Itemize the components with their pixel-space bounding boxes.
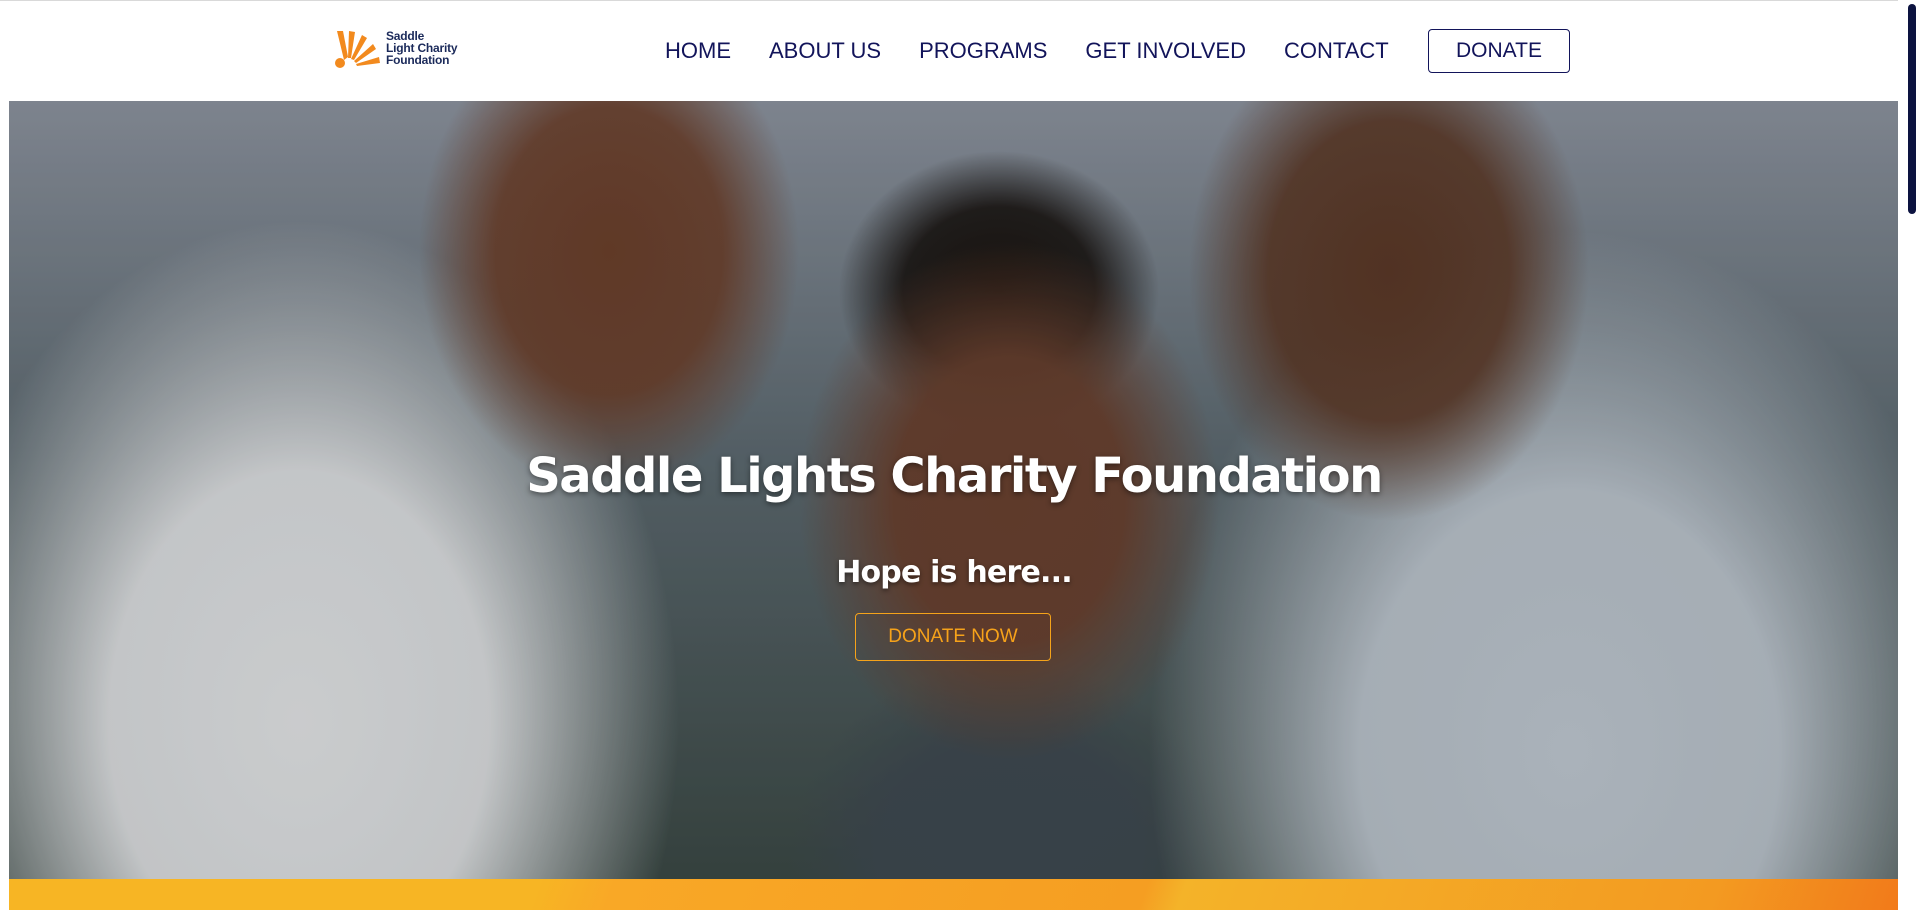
sun-rays-logo-icon <box>335 31 380 68</box>
hero-banner: Saddle Lights Charity Foundation Hope is… <box>9 101 1899 879</box>
hero-subtitle: Hope is here... <box>836 555 1072 590</box>
nav-get-involved[interactable]: GET INVOLVED <box>1085 38 1246 64</box>
logo-text: Saddle Light Charity Foundation <box>386 30 476 66</box>
page-scrollbar[interactable] <box>1898 0 1918 910</box>
bottom-decorative-band <box>9 879 1899 910</box>
site-header: Saddle Light Charity Foundation HOME ABO… <box>0 1 1898 101</box>
nav-programs[interactable]: PROGRAMS <box>919 38 1047 64</box>
site-logo[interactable]: Saddle Light Charity Foundation <box>334 27 474 69</box>
nav-about-us[interactable]: ABOUT US <box>769 38 881 64</box>
scrollbar-thumb[interactable] <box>1908 4 1916 214</box>
hero-title: Saddle Lights Charity Foundation <box>526 448 1383 504</box>
donate-button[interactable]: DONATE <box>1428 29 1570 73</box>
donate-now-button[interactable]: DONATE NOW <box>855 613 1051 661</box>
logo-line-3: Foundation <box>386 53 450 67</box>
nav-contact[interactable]: CONTACT <box>1284 38 1389 64</box>
main-nav: HOME ABOUT US PROGRAMS GET INVOLVED CONT… <box>665 1 1427 101</box>
nav-home[interactable]: HOME <box>665 38 731 64</box>
